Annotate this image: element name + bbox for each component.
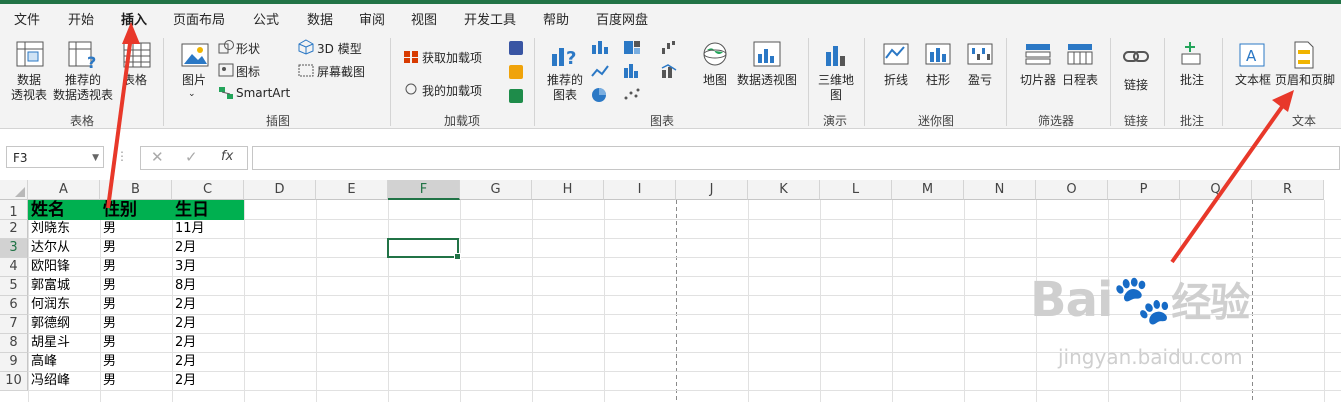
arrowhead-insert-tab <box>122 22 140 44</box>
arrow-to-insert-tab <box>106 35 133 209</box>
annotation-arrows <box>106 22 1294 264</box>
arrow-to-header-footer <box>1170 102 1286 264</box>
